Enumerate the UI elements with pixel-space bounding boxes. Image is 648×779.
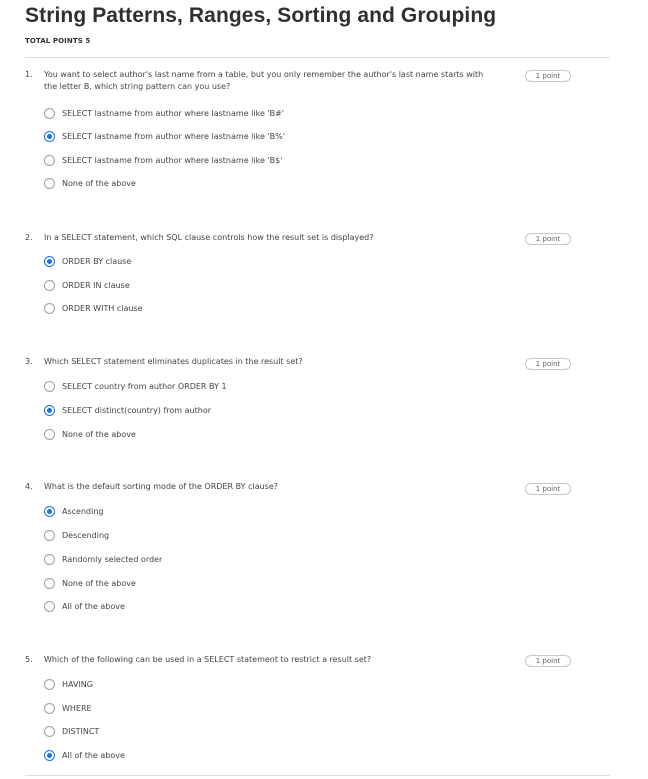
- question-text: What is the default sorting mode of the …: [44, 482, 278, 491]
- option-4-5[interactable]: All of the above: [44, 599, 125, 613]
- option-label: All of the above: [62, 601, 125, 611]
- option-label: ORDER BY clause: [62, 256, 132, 266]
- option-label: None of the above: [62, 178, 136, 188]
- option-label: None of the above: [62, 429, 136, 439]
- option-label: Randomly selected order: [62, 554, 163, 564]
- option-1-4[interactable]: None of the above: [44, 176, 136, 190]
- option-4-2[interactable]: Descending: [44, 528, 109, 542]
- points-badge: 1 point: [525, 483, 571, 495]
- option-4-3[interactable]: Randomly selected order: [44, 552, 162, 566]
- question-text: You want to select author's last name fr…: [44, 70, 484, 91]
- radio-button-selected[interactable]: [44, 130, 55, 142]
- option-label: Descending: [62, 530, 110, 540]
- question-text: Which SELECT statement eliminates duplic…: [44, 357, 303, 366]
- option-label: WHERE: [62, 703, 92, 713]
- option-2-1[interactable]: ORDER BY clause: [44, 254, 131, 268]
- option-label: SELECT distinct(country) from author: [62, 405, 211, 415]
- option-5-1[interactable]: HAVING: [44, 677, 93, 691]
- radio-button[interactable]: [44, 380, 55, 392]
- option-3-3[interactable]: None of the above: [44, 427, 136, 441]
- radio-button[interactable]: [44, 600, 55, 612]
- page-title: String Patterns, Ranges, Sorting and Gro…: [25, 4, 497, 27]
- option-label: SELECT lastname from author where lastna…: [62, 131, 285, 141]
- radio-button[interactable]: [44, 107, 55, 119]
- radio-button-selected[interactable]: [44, 404, 55, 416]
- points-badge: 1 point: [525, 358, 571, 370]
- radio-button[interactable]: [44, 678, 55, 690]
- radio-button[interactable]: [44, 725, 55, 737]
- radio-button[interactable]: [44, 428, 55, 440]
- option-label: ORDER IN clause: [62, 280, 130, 290]
- bottom-divider: [25, 775, 610, 776]
- option-5-3[interactable]: DISTINCT: [44, 724, 99, 738]
- radio-button[interactable]: [44, 529, 55, 541]
- points-badge: 1 point: [525, 655, 571, 667]
- option-5-2[interactable]: WHERE: [44, 701, 92, 715]
- option-1-3[interactable]: SELECT lastname from author where lastna…: [44, 153, 282, 167]
- option-label: SELECT lastname from author where lastna…: [62, 108, 285, 118]
- question-number: 4.: [25, 482, 33, 491]
- option-3-1[interactable]: SELECT country from author ORDER BY 1: [44, 379, 227, 393]
- option-label: SELECT country from author ORDER BY 1: [62, 381, 227, 391]
- option-label: None of the above: [62, 578, 136, 588]
- option-5-4[interactable]: All of the above: [44, 748, 125, 762]
- question-number: 3.: [25, 357, 33, 366]
- radio-button[interactable]: [44, 177, 55, 189]
- radio-button[interactable]: [44, 302, 55, 314]
- question-text: Which of the following can be used in a …: [44, 655, 372, 664]
- points-badge: 1 point: [525, 70, 571, 82]
- option-4-1[interactable]: Ascending: [44, 504, 103, 518]
- radio-button[interactable]: [44, 702, 55, 714]
- option-label: SELECT lastname from author where lastna…: [62, 155, 283, 165]
- radio-button[interactable]: [44, 279, 55, 291]
- top-divider: [25, 57, 610, 58]
- option-label: All of the above: [62, 750, 125, 760]
- option-4-4[interactable]: None of the above: [44, 576, 136, 590]
- option-1-1[interactable]: SELECT lastname from author where lastna…: [44, 106, 284, 120]
- radio-button-selected[interactable]: [44, 749, 55, 761]
- question-text: In a SELECT statement, which SQL clause …: [44, 233, 374, 242]
- question-number: 2.: [25, 233, 33, 242]
- total-points: TOTAL POINTS 5: [25, 37, 91, 45]
- points-badge: 1 point: [525, 233, 571, 245]
- radio-button-selected[interactable]: [44, 505, 55, 517]
- radio-button[interactable]: [44, 577, 55, 589]
- option-2-3[interactable]: ORDER WITH clause: [44, 301, 143, 315]
- option-label: DISTINCT: [62, 726, 100, 736]
- option-label: ORDER WITH clause: [62, 303, 143, 313]
- question-number: 1.: [25, 70, 33, 79]
- option-label: HAVING: [62, 679, 93, 689]
- radio-button[interactable]: [44, 154, 55, 166]
- radio-button[interactable]: [44, 553, 55, 565]
- radio-button-selected[interactable]: [44, 255, 55, 267]
- option-1-2[interactable]: SELECT lastname from author where lastna…: [44, 129, 285, 143]
- question-number: 5.: [25, 655, 33, 664]
- option-label: Ascending: [62, 506, 104, 516]
- option-3-2[interactable]: SELECT distinct(country) from author: [44, 403, 211, 417]
- option-2-2[interactable]: ORDER IN clause: [44, 278, 130, 292]
